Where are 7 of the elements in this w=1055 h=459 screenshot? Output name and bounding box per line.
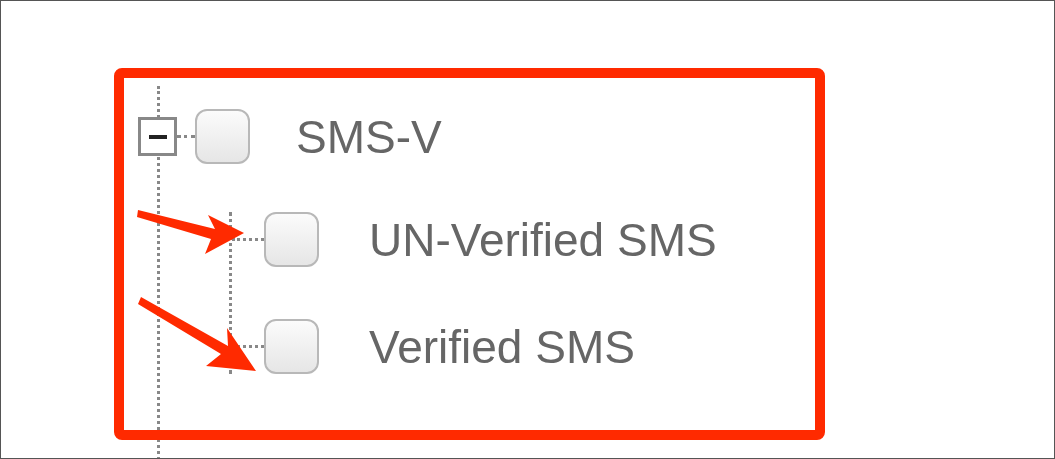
checkbox[interactable]: [264, 319, 319, 374]
checkbox[interactable]: [264, 212, 319, 267]
tree-label: UN-Verified SMS: [369, 216, 717, 263]
tree-label: Verified SMS: [369, 323, 635, 370]
checkbox[interactable]: [195, 109, 250, 164]
collapse-icon[interactable]: [138, 117, 177, 156]
tree-label: SMS-V: [296, 113, 442, 160]
